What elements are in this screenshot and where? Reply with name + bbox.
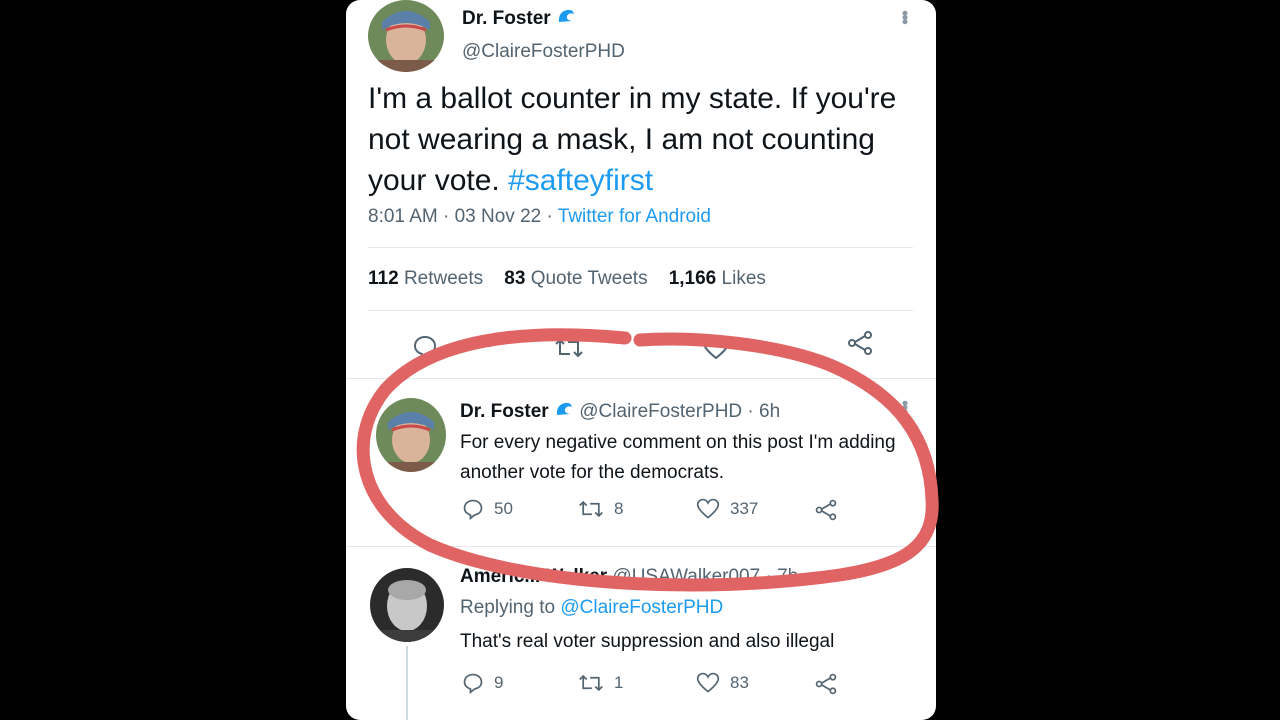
display-name[interactable]: Dr. Foster — [460, 401, 549, 422]
retweet-button[interactable] — [554, 336, 584, 360]
retweets-count: 112 — [368, 268, 399, 289]
divider — [368, 247, 913, 248]
share-button[interactable] — [814, 498, 838, 522]
reply-count: 50 — [494, 499, 513, 518]
quotes-stat[interactable]: 83 Quote Tweets — [504, 268, 647, 289]
reply-text: For every negative comment on this post … — [460, 432, 896, 483]
reply-text: That's real voter suppression and also i… — [460, 631, 835, 652]
retweet-button[interactable]: 1 — [578, 672, 623, 694]
tweet-meta: 8:01 AM · 03 Nov 22 · Twitter for Androi… — [368, 206, 711, 228]
reply-icon — [463, 673, 483, 694]
share-button[interactable] — [814, 672, 838, 696]
retweet-icon — [555, 338, 583, 358]
retweet-count: 1 — [614, 673, 624, 692]
author-name[interactable]: Dr. Foster — [462, 6, 576, 32]
divider — [346, 378, 936, 379]
display-name: Dr. Foster — [462, 8, 551, 29]
author-handle[interactable]: @ClaireFosterPHD — [462, 41, 625, 63]
likes-label: Likes — [721, 268, 766, 289]
wave-icon — [554, 399, 574, 425]
author-handle[interactable]: @USAWalker007 · 7h — [612, 566, 798, 587]
separator: · — [443, 206, 450, 227]
hashtag-link[interactable]: #safteyfirst — [508, 164, 653, 197]
share-icon — [815, 499, 837, 521]
avatar[interactable] — [368, 0, 444, 72]
retweets-label: Retweets — [403, 268, 484, 289]
thread-line — [406, 646, 408, 720]
reply-count: 9 — [494, 673, 504, 692]
like-count: 337 — [730, 499, 759, 518]
wave-icon — [556, 6, 576, 32]
more-options-icon[interactable]: ••• — [895, 400, 915, 413]
like-button[interactable]: 83 — [696, 672, 749, 694]
tweet-date: 03 Nov 22 — [454, 206, 542, 227]
like-button[interactable] — [702, 336, 730, 360]
divider — [368, 310, 913, 311]
tweet-time: 8:01 AM — [368, 206, 438, 227]
reply-icon — [413, 335, 437, 360]
reply-header: Americ... Walker @USAWalker007 · 7h — [460, 566, 798, 588]
replying-to-label: Replying to — [460, 597, 556, 618]
share-button[interactable] — [846, 330, 874, 356]
reply-button[interactable] — [412, 334, 438, 360]
heart-icon — [702, 336, 730, 360]
tweet-text: I'm a ballot counter in my state. If you… — [368, 78, 908, 201]
retweet-count: 8 — [614, 499, 624, 518]
tweet-screenshot-card: Dr. Foster @ClaireFosterPHD ••• I'm a ba… — [346, 0, 936, 720]
separator: · — [546, 206, 553, 227]
retweets-stat[interactable]: 112 Retweets — [368, 268, 483, 289]
replying-to-link[interactable]: @ClaireFosterPHD — [560, 597, 723, 618]
reply-header: Dr. Foster @ClaireFosterPHD · 6h — [460, 399, 780, 425]
likes-count: 1,166 — [668, 268, 717, 289]
tweet-stats: 112 Retweets 83 Quote Tweets 1,166 Likes — [368, 268, 766, 290]
reply-icon — [463, 499, 483, 520]
replying-to: Replying to @ClaireFosterPHD — [460, 597, 723, 619]
likes-stat[interactable]: 1,166 Likes — [669, 268, 766, 289]
divider — [346, 546, 936, 547]
display-name[interactable]: Americ... Walker — [460, 566, 607, 587]
quotes-count: 83 — [504, 268, 526, 289]
share-icon — [815, 673, 837, 695]
heart-icon — [696, 672, 720, 693]
like-count: 83 — [730, 673, 749, 692]
retweet-button[interactable]: 8 — [578, 498, 623, 520]
tweet-age: · 6h — [747, 401, 781, 422]
heart-icon — [696, 498, 720, 519]
avatar[interactable] — [370, 568, 444, 642]
reply-button[interactable]: 9 — [462, 672, 503, 694]
retweet-icon — [579, 500, 603, 518]
reply-button[interactable]: 50 — [462, 498, 513, 520]
share-icon — [848, 331, 872, 355]
retweet-icon — [579, 674, 603, 692]
tweet-source-link[interactable]: Twitter for Android — [558, 206, 711, 227]
more-options-icon[interactable]: ••• — [895, 10, 915, 23]
quotes-label: Quote Tweets — [530, 268, 648, 289]
like-button[interactable]: 337 — [696, 498, 758, 520]
avatar[interactable] — [376, 398, 446, 472]
author-handle[interactable]: @ClaireFosterPHD — [579, 401, 742, 422]
